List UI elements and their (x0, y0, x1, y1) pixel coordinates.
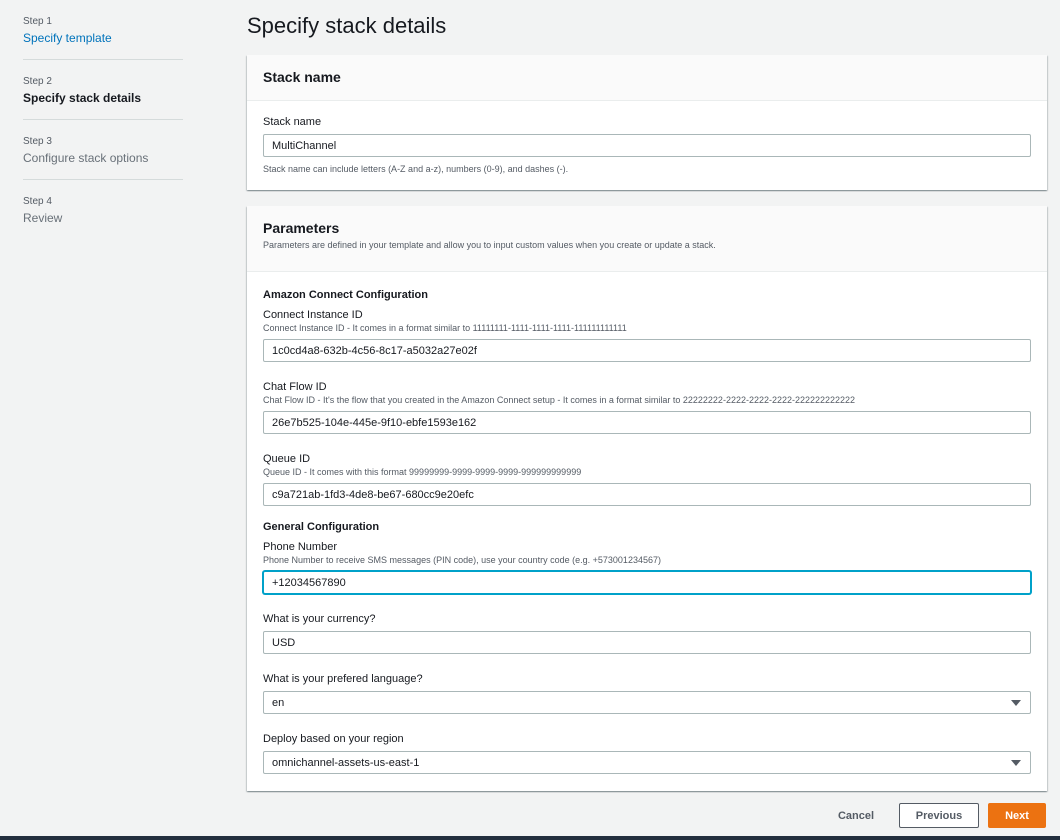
instance-id-label: Connect Instance ID (263, 309, 363, 321)
page-title: Specify stack details (247, 13, 447, 38)
step-number: Step 2 (23, 76, 52, 87)
caret-down-icon (1011, 700, 1021, 706)
stack-name-input[interactable] (263, 134, 1031, 157)
step-2-title: Specify stack details (23, 91, 142, 105)
queue-id-input[interactable] (263, 483, 1031, 506)
region-select[interactable]: omnichannel-assets-us-east-1 (263, 751, 1031, 774)
caret-down-icon (1011, 760, 1021, 766)
parameters-panel-header: Parameters Parameters are defined in you… (247, 206, 1047, 272)
queue-id-hint: Queue ID - It comes with this format 999… (263, 467, 582, 477)
step-number: Step 3 (23, 136, 52, 147)
instance-id-input[interactable] (263, 339, 1031, 362)
step-3-title: Configure stack options (23, 151, 149, 165)
region-selected-value: omnichannel-assets-us-east-1 (272, 757, 420, 769)
step-2: Step 2 Specify stack details (23, 74, 183, 120)
queue-id-label: Queue ID (263, 453, 311, 465)
region-label: Deploy based on your region (263, 733, 404, 745)
step-1-link[interactable]: Specify template (23, 31, 183, 45)
step-number: Step 1 (23, 16, 52, 27)
currency-input[interactable] (263, 631, 1031, 654)
chat-flow-id-hint: Chat Flow ID - It's the flow that you cr… (263, 395, 856, 405)
phone-number-input[interactable] (263, 571, 1031, 594)
language-selected-value: en (272, 697, 285, 709)
stack-name-panel: Stack name Stack name Stack name can inc… (247, 55, 1047, 190)
phone-number-label: Phone Number (263, 541, 337, 553)
language-select[interactable]: en (263, 691, 1031, 714)
parameters-description: Parameters are defined in your template … (263, 240, 716, 250)
stack-name-heading: Stack name (263, 69, 341, 85)
currency-label: What is your currency? (263, 613, 376, 625)
step-4-title: Review (23, 211, 63, 225)
parameters-heading: Parameters (263, 220, 340, 236)
chat-flow-id-label: Chat Flow ID (263, 381, 327, 393)
stack-name-panel-header: Stack name (247, 55, 1047, 101)
next-button[interactable]: Next (988, 803, 1046, 828)
parameters-panel: Parameters Parameters are defined in you… (247, 206, 1047, 791)
previous-button[interactable]: Previous (899, 803, 979, 828)
bottom-bar (0, 836, 1060, 840)
stack-name-label: Stack name (263, 116, 322, 128)
step-3: Step 3 Configure stack options (23, 134, 183, 180)
wizard-steps: Step 1 Specify template Step 2 Specify s… (23, 14, 183, 253)
step-number: Step 4 (23, 196, 52, 207)
instance-id-hint: Connect Instance ID - It comes in a form… (263, 323, 627, 333)
stack-name-hint: Stack name can include letters (A-Z and … (263, 164, 569, 174)
language-label: What is your prefered language? (263, 673, 423, 685)
cancel-button[interactable]: Cancel (826, 803, 886, 828)
phone-number-hint: Phone Number to receive SMS messages (PI… (263, 555, 661, 565)
page: Step 1 Specify template Step 2 Specify s… (0, 0, 1060, 840)
connect-config-heading: Amazon Connect Configuration (263, 289, 428, 301)
general-config-heading: General Configuration (263, 521, 380, 533)
chat-flow-id-input[interactable] (263, 411, 1031, 434)
step-4: Step 4 Review (23, 194, 183, 239)
step-1[interactable]: Step 1 Specify template (23, 14, 183, 60)
